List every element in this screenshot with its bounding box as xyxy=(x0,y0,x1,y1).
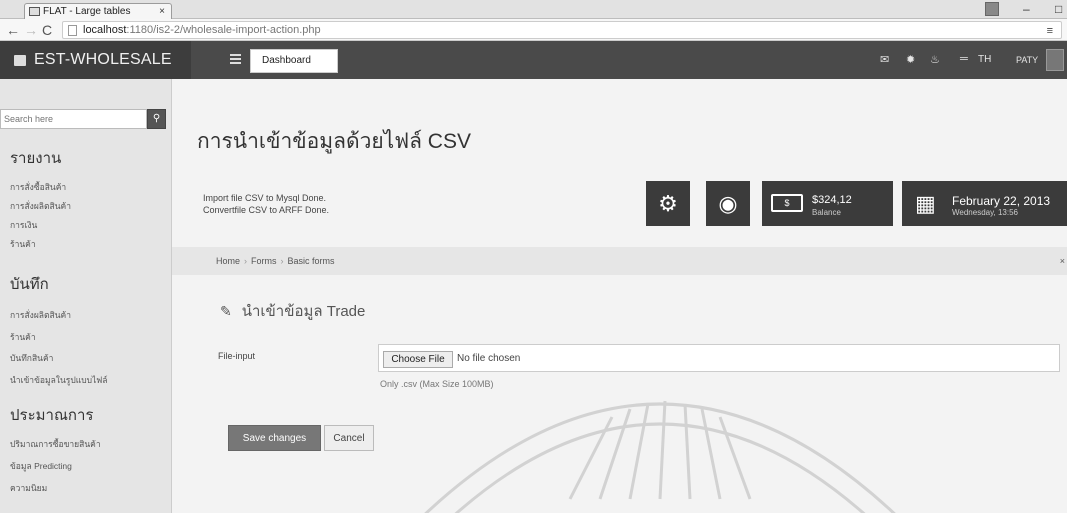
page-icon xyxy=(68,25,77,36)
address-bar: ← → C localhost:1180/is2-2/wholesale-imp… xyxy=(0,19,1067,41)
breadcrumb-separator: › xyxy=(244,256,248,266)
page-title: การนำเข้าข้อมูลด้วยไฟล์ CSV xyxy=(197,130,471,153)
balance-label: Balance xyxy=(812,208,841,217)
date-value: February 22, 2013 xyxy=(952,194,1051,208)
sidebar-item-orders[interactable]: การสั่งซื้อสินค้า xyxy=(10,180,66,194)
breadcrumb: Home › Forms › Basic forms × xyxy=(172,247,1067,275)
profile-icon[interactable] xyxy=(985,2,999,16)
search-icon[interactable]: ⚲ xyxy=(147,109,166,129)
date-box[interactable]: ▦ February 22, 2013 Wednesday, 13:56 xyxy=(902,181,1067,226)
seal-watermark xyxy=(424,400,896,513)
menu-toggle-icon[interactable] xyxy=(230,54,241,64)
url-field[interactable]: localhost:1180/is2-2/wholesale-import-ac… xyxy=(62,21,1062,39)
date-subtext: Wednesday, 13:56 xyxy=(952,208,1018,217)
browser-tab[interactable]: FLAT - Large tables × xyxy=(24,3,172,19)
brand-icon xyxy=(14,55,26,66)
tab-title: FLAT - Large tables xyxy=(43,6,131,17)
sidebar-item-popularity[interactable]: ความนิยม xyxy=(10,481,47,495)
import-messages: Import file CSV to Mysql Done. Convertfi… xyxy=(203,192,329,216)
form-title-text: นำเข้าข้อมูล Trade xyxy=(241,303,366,320)
breadcrumb-forms[interactable]: Forms xyxy=(251,256,277,266)
sidebar-item-production-order[interactable]: การสั่งผลิตสินค้า xyxy=(10,308,71,322)
globe-icon[interactable]: ◉ xyxy=(706,181,750,226)
breadcrumb-separator: › xyxy=(280,256,284,266)
minimize-icon[interactable]: – xyxy=(1023,2,1030,16)
gear-icon[interactable]: ✹ xyxy=(906,53,915,66)
sidebar-item-finance[interactable]: การเงิน xyxy=(10,218,37,232)
fire-icon[interactable]: ♨ xyxy=(930,53,940,66)
money-icon: $ xyxy=(771,194,803,212)
form-title: ✎ นำเข้าข้อมูล Trade xyxy=(220,299,365,323)
cancel-button[interactable]: Cancel xyxy=(324,425,374,451)
breadcrumb-basic-forms[interactable]: Basic forms xyxy=(288,256,335,266)
avatar[interactable] xyxy=(1046,49,1064,71)
language-selector[interactable]: TH xyxy=(978,54,991,65)
save-changes-button[interactable]: Save changes xyxy=(228,425,321,451)
import-message: Convertfile CSV to ARFF Done. xyxy=(203,205,330,215)
edit-icon: ✎ xyxy=(220,303,232,319)
brand[interactable]: EST-WHOLESALE xyxy=(0,41,191,79)
user-name[interactable]: PATY xyxy=(1016,55,1038,65)
url-host: localhost xyxy=(83,24,127,36)
sidebar-search: ⚲ xyxy=(0,109,166,129)
file-help-text: Only .csv (Max Size 100MB) xyxy=(380,379,494,389)
dashboard-button[interactable]: Dashboard xyxy=(250,49,338,73)
mail-icon[interactable]: ✉ xyxy=(880,53,889,66)
search-input[interactable] xyxy=(0,109,147,129)
file-input[interactable]: Choose File No file chosen xyxy=(378,344,1060,372)
sidebar: ⚲ รายงาน การสั่งซื้อสินค้า การสั่งผลิตสิ… xyxy=(0,79,172,513)
balance-value: $324,12 xyxy=(812,194,852,206)
file-status: No file chosen xyxy=(457,353,521,364)
sidebar-item-predicting[interactable]: ข้อมูล Predicting xyxy=(10,459,72,473)
sidebar-item-shops[interactable]: ร้านค้า xyxy=(10,237,36,251)
sidebar-section-report: รายงาน xyxy=(10,150,62,167)
sidebar-item-import[interactable]: นำเข้าข้อมูลในรูปแบบไฟล์ xyxy=(10,373,108,387)
sidebar-item-volume[interactable]: ปริมาณการซื้อขายสินค้า xyxy=(10,437,101,451)
breadcrumb-close-icon[interactable]: × xyxy=(1060,247,1065,275)
main-content: การนำเข้าข้อมูลด้วยไฟล์ CSV Import file … xyxy=(172,79,1067,513)
breadcrumb-home[interactable]: Home xyxy=(216,256,240,266)
forward-icon[interactable]: → xyxy=(24,21,38,39)
sidebar-item-shop[interactable]: ร้านค้า xyxy=(10,330,36,344)
gears-icon[interactable]: ⚙ xyxy=(646,181,690,226)
url-path: :1180/is2-2/wholesale-import-action.php xyxy=(126,24,321,36)
app-header: EST-WHOLESALE Dashboard ✉ ✹ ♨ ═ TH PATY xyxy=(0,41,1067,79)
favicon-icon xyxy=(29,7,40,16)
sidebar-section-estimate: ประมาณการ xyxy=(10,407,94,424)
back-icon[interactable]: ← xyxy=(6,21,20,39)
tab-close-icon[interactable]: × xyxy=(159,4,165,19)
choose-file-button[interactable]: Choose File xyxy=(383,351,453,368)
sidebar-item-production[interactable]: การสั่งผลิตสินค้า xyxy=(10,199,71,213)
browser-menu-icon[interactable]: ≡ xyxy=(1047,23,1053,39)
file-input-label: File-input xyxy=(218,351,256,361)
maximize-icon[interactable]: □ xyxy=(1055,2,1062,16)
sidebar-section-record: บันทึก xyxy=(10,276,49,293)
import-message: Import file CSV to Mysql Done. xyxy=(203,193,327,203)
reload-icon[interactable]: C xyxy=(42,21,52,39)
browser-tabstrip: FLAT - Large tables × – □ xyxy=(0,0,1067,19)
balance-box[interactable]: $ $324,12 Balance xyxy=(762,181,893,226)
language-icon: ═ xyxy=(960,53,968,65)
sidebar-item-products[interactable]: บันทึกสินค้า xyxy=(10,351,53,365)
calendar-icon: ▦ xyxy=(915,191,936,216)
brand-text: EST-WHOLESALE xyxy=(34,51,172,68)
